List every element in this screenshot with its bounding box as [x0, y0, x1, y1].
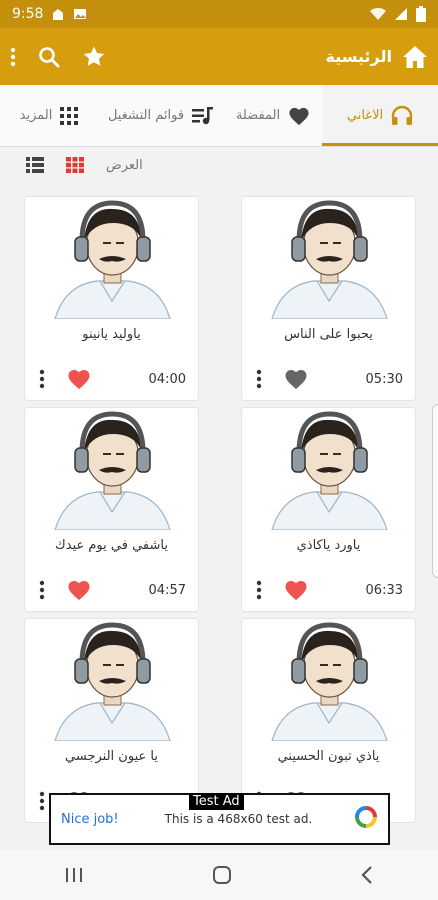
grid-view-icon[interactable]	[66, 157, 84, 173]
tab-favorites-label: المفضلة	[235, 108, 281, 123]
signal-icon	[395, 8, 407, 20]
favorite-heart-icon[interactable]	[284, 579, 308, 601]
song-card[interactable]: ياوليد يانينو 04:00	[24, 196, 199, 401]
tab-songs-label: الاغاني	[346, 108, 384, 123]
ad-nice-text: Nice job!	[61, 811, 119, 827]
home-notification-icon	[53, 9, 64, 20]
album-art-portrait	[242, 197, 415, 320]
star-icon[interactable]	[82, 45, 106, 69]
tab-bar: المزيد قوائم التشغيل المفضلة الاغاني	[0, 85, 438, 147]
song-title: ياذي تبون الحسيني	[277, 749, 380, 764]
tab-more[interactable]: المزيد	[0, 85, 98, 146]
song-menu-icon[interactable]	[39, 580, 45, 600]
song-title: ياوليد يانينو	[82, 327, 141, 342]
song-menu-icon[interactable]	[256, 369, 262, 389]
album-art-portrait	[25, 408, 198, 531]
song-actions: 05:30	[256, 367, 403, 391]
song-thumbnail[interactable]	[25, 197, 198, 320]
album-art-portrait	[25, 619, 198, 742]
song-thumbnail[interactable]	[25, 408, 198, 531]
song-duration: 06:33	[365, 582, 403, 598]
list-view-icon[interactable]	[26, 157, 44, 173]
album-art-portrait	[25, 197, 198, 320]
heart-icon	[289, 107, 309, 125]
ad-badge: Test Ad	[189, 793, 244, 810]
battery-icon	[416, 6, 426, 22]
song-card[interactable]: يحبوا على الناس 05:30	[241, 196, 416, 401]
song-actions: 06:33	[256, 578, 403, 602]
song-actions: 04:57	[39, 578, 186, 602]
favorite-heart-icon[interactable]	[284, 368, 308, 390]
system-nav-bar	[0, 850, 438, 900]
song-thumbnail[interactable]	[242, 408, 415, 531]
song-menu-icon[interactable]	[256, 580, 262, 600]
home-icon[interactable]	[402, 45, 428, 69]
status-left-icons	[51, 7, 87, 21]
app-bar: الرئيسية	[0, 28, 438, 85]
album-art-portrait	[242, 408, 415, 531]
status-time: 9:58	[12, 6, 44, 22]
playlist-icon	[192, 106, 214, 124]
tab-more-label: المزيد	[19, 108, 53, 123]
search-icon[interactable]	[38, 46, 60, 68]
grid-icon	[60, 106, 79, 125]
home-button-icon[interactable]	[212, 865, 232, 885]
song-duration: 04:00	[148, 371, 186, 387]
view-label: العرض	[106, 157, 143, 173]
song-actions: 04:00	[39, 367, 186, 391]
song-duration: 04:57	[148, 582, 186, 598]
wifi-icon	[370, 7, 386, 21]
page-title: الرئيسية	[325, 47, 393, 66]
song-menu-icon[interactable]	[39, 369, 45, 389]
song-menu-icon[interactable]	[39, 791, 45, 811]
album-art-portrait	[242, 619, 415, 742]
tab-songs[interactable]: الاغاني	[322, 85, 438, 146]
image-notification-icon	[74, 9, 87, 19]
ad-text: This is a 468x60 test ad.	[164, 812, 313, 826]
overflow-menu-icon[interactable]	[10, 47, 16, 67]
song-thumbnail[interactable]	[25, 619, 198, 742]
ad-banner[interactable]: Test Ad Nice job! This is a 468x60 test …	[49, 793, 390, 845]
song-card[interactable]: ياشفي في يوم عيدك 04:57	[24, 407, 199, 612]
status-bar: 9:58	[0, 0, 438, 28]
back-icon[interactable]	[360, 865, 374, 885]
song-title: يحبوا على الناس	[284, 327, 373, 342]
ad-logo-icon	[354, 805, 378, 833]
song-card[interactable]: ياورد ياكاذي 06:33	[241, 407, 416, 612]
view-bar: العرض	[0, 147, 438, 183]
headphones-icon	[391, 105, 413, 125]
song-duration: 05:30	[365, 371, 403, 387]
favorite-heart-icon[interactable]	[67, 368, 91, 390]
favorite-heart-icon[interactable]	[67, 579, 91, 601]
song-title: ياورد ياكاذي	[296, 538, 361, 553]
song-title: يا عيون النرجسي	[65, 749, 158, 764]
tab-playlists-label: قوائم التشغيل	[107, 108, 185, 123]
song-thumbnail[interactable]	[242, 197, 415, 320]
song-thumbnail[interactable]	[242, 619, 415, 742]
status-right-icons	[370, 6, 426, 22]
recents-icon[interactable]	[64, 867, 84, 883]
tab-playlists[interactable]: قوائم التشغيل	[98, 85, 224, 146]
song-title: ياشفي في يوم عيدك	[55, 538, 168, 553]
side-drawer-handle[interactable]	[432, 404, 438, 578]
tab-favorites[interactable]: المفضلة	[224, 85, 322, 146]
